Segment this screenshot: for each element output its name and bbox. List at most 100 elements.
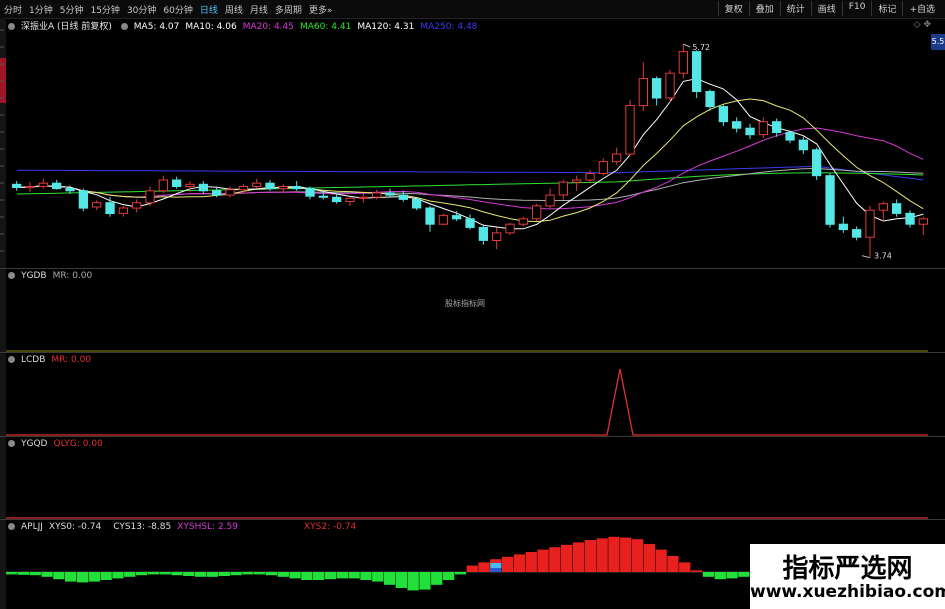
candle-up [38,182,49,187]
aplj-bar-positive [655,549,667,572]
candle-up [372,192,382,198]
candle-down [478,227,489,241]
aplj-bar-positive [572,542,585,572]
candle-up [345,197,355,203]
candle-down [318,195,329,198]
candle-down [785,132,795,141]
watermark-title: 指标严选网 [782,554,913,584]
aplj-bar-negative [726,572,738,579]
candle-down [732,121,742,129]
candle-down [305,188,315,197]
aplj-bar-negative [254,572,266,575]
candle-up [518,218,529,225]
low-marker-arrow [861,255,871,259]
candle-down [332,196,342,203]
candle-up [678,51,689,74]
aplj-bar-positive [691,570,703,572]
aplj-bar-negative [324,572,337,580]
candle-down [198,183,208,192]
aplj-bar-negative [395,572,407,588]
aplj-bar-positive [667,556,679,572]
candle-up [865,209,875,238]
candle-up [572,179,582,183]
aplj-bar-positive [643,544,655,572]
candle-up [118,207,128,214]
aplj-bar-negative [41,572,53,577]
aplj-bar-negative [76,572,89,583]
candle-up [185,183,195,188]
ma10-line [16,98,924,223]
aplj-bar-positive [631,539,644,572]
aplj-bar-negative [419,572,431,590]
watermark-url: www.xuezhibiao.com [750,582,945,602]
candle-down [852,229,862,238]
candle-up [665,72,675,99]
chart-canvas: 5.72 3.74 [0,29,945,591]
aplj-bar-positive [466,565,478,572]
candle-down [292,186,302,190]
aplj-bar-negative [159,572,171,575]
aplj-bar-negative [17,572,30,575]
candle-up [358,196,369,199]
candle-up [25,186,35,189]
candle-down [12,183,22,189]
aplj-bar-negative [65,572,77,582]
aplj-bar-positive [549,547,561,572]
candle-down [265,182,275,190]
high-marker-arrow [683,43,691,48]
aplj-bar-positive [679,562,691,572]
candle-up [278,186,289,190]
candle-down [78,190,88,209]
candle-up [545,194,555,207]
aplj-bar-negative [443,572,455,580]
aplj-bar-negative [206,572,219,577]
candle-up [532,205,542,220]
lcdb-mr-line [6,368,928,436]
aplj-bar-negative [714,572,726,580]
aplj-bar-negative [372,572,384,582]
candle-up [598,161,609,175]
candle-down [892,203,902,214]
aplj-bar-negative [230,572,242,576]
aplj-bar-negative [171,572,183,576]
aplj-signal-block [490,568,502,572]
candle-down [812,149,822,177]
candle-up [625,105,635,155]
aplj-bar-positive [478,562,490,572]
candle-down [52,182,62,190]
candle-down [772,121,782,133]
aplj-bar-negative [135,572,148,576]
aplj-bar-negative [112,572,124,579]
aplj-bar-positive [596,538,608,572]
candle-down [718,106,729,123]
aplj-bar-negative [738,572,750,577]
candle-up [492,232,502,241]
candle-up [585,173,595,181]
aplj-bar-negative [183,572,195,576]
candle-down [825,175,835,225]
candle-down [425,207,435,225]
aplj-bar-negative [100,572,112,580]
aplj-bar-positive [584,540,596,572]
aplj-bar-negative [147,572,159,575]
candle-up [638,78,649,107]
ma5-line [16,78,924,230]
candle-up [918,218,929,225]
aplj-bar-negative [124,572,136,577]
candle-down [705,91,715,108]
aplj-bar-negative [454,572,467,575]
aplj-bar-negative [265,572,278,576]
aplj-bar-negative [6,572,18,575]
low-price-label: 3.74 [874,252,892,261]
aplj-bar-negative [301,572,313,580]
aplj-bar-positive [620,537,632,572]
candle-down [172,179,182,187]
candle-down [398,194,409,200]
candle-up [158,179,168,192]
aplj-bar-negative [53,572,65,580]
candle-up [132,202,142,209]
candle-up [758,121,769,136]
candle-up [92,202,102,208]
aplj-bar-negative [407,572,419,591]
candle-down [105,202,115,214]
